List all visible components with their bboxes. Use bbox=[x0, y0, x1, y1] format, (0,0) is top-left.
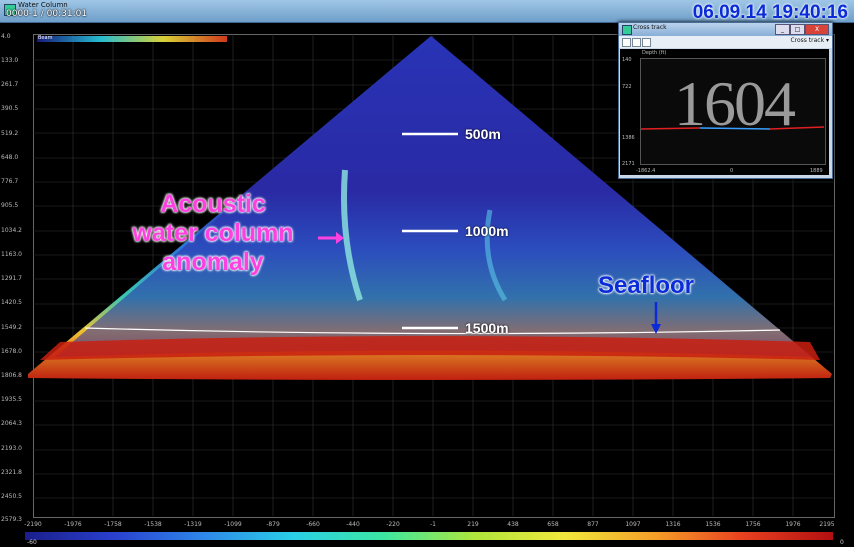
window-title: Water Column bbox=[18, 1, 68, 9]
tool-zoom-icon[interactable] bbox=[642, 38, 651, 47]
x-tick: 219 bbox=[467, 521, 479, 528]
minimize-button[interactable]: _ bbox=[775, 24, 790, 35]
depth-marker-1000-label: 1000m bbox=[465, 223, 509, 239]
y-tick: 2321.8 bbox=[1, 469, 22, 476]
x-tick: 1976 bbox=[785, 521, 801, 528]
x-tick: -440 bbox=[346, 521, 360, 528]
y-tick: 648.0 bbox=[1, 154, 19, 161]
y-tick: 1549.2 bbox=[1, 324, 22, 331]
tool-pointer-icon[interactable] bbox=[622, 38, 631, 47]
x-tick: -1758 bbox=[104, 521, 122, 528]
y-tick: 1678.0 bbox=[1, 348, 22, 355]
x-tick: 1756 bbox=[745, 521, 761, 528]
y-tick: 2064.3 bbox=[1, 420, 22, 427]
x-tick: -1319 bbox=[184, 521, 202, 528]
x-tick: 1536 bbox=[705, 521, 721, 528]
y-tick: 905.5 bbox=[1, 202, 19, 209]
cross-track-toolbar: Cross track ▾ bbox=[619, 36, 832, 48]
x-tick: -1 bbox=[430, 521, 436, 528]
x-tick: 877 bbox=[587, 521, 599, 528]
view-dropdown-value: Cross track bbox=[790, 37, 825, 44]
depth-marker-1500-label: 1500m bbox=[465, 320, 509, 336]
y-tick: 1806.8 bbox=[1, 372, 22, 379]
cross-track-plot: Depth (ft) 140 722 1386 2171 -1862.4 0 1… bbox=[620, 49, 829, 175]
maximize-button[interactable]: □ bbox=[790, 24, 805, 35]
x-tick: -1099 bbox=[224, 521, 242, 528]
y-tick: 1420.5 bbox=[1, 299, 22, 306]
depth-marker-500-label: 500m bbox=[465, 126, 501, 142]
y-tick: 390.5 bbox=[1, 105, 19, 112]
y-tick: 1034.2 bbox=[1, 227, 22, 234]
datetime-overlay: 06.09.14 19:40:16 bbox=[692, 2, 848, 23]
cross-track-profile bbox=[640, 126, 825, 130]
x-tick: -1976 bbox=[64, 521, 82, 528]
y-tick: 261.7 bbox=[1, 81, 19, 88]
y-tick: 1935.5 bbox=[1, 396, 22, 403]
close-button[interactable]: X bbox=[805, 24, 829, 35]
view-dropdown[interactable]: Cross track ▾ bbox=[790, 37, 829, 44]
y-tick: 776.7 bbox=[1, 178, 19, 185]
y-tick: 133.0 bbox=[1, 57, 19, 64]
x-tick: 2195 bbox=[819, 521, 835, 528]
y-tick: 2450.5 bbox=[1, 493, 22, 500]
seafloor-annotation: Seafloor bbox=[598, 272, 695, 299]
colorbar-max-label: 0 bbox=[840, 539, 844, 546]
mini-colorbar-label: Beam bbox=[38, 35, 53, 41]
cross-track-titlebar[interactable]: Cross track _ □ X bbox=[619, 23, 832, 36]
y-tick: 519.2 bbox=[1, 130, 19, 137]
anomaly-line3: anomaly bbox=[162, 248, 264, 276]
cross-track-icon bbox=[622, 25, 632, 35]
x-tick: 658 bbox=[547, 521, 559, 528]
tool-settings-icon[interactable] bbox=[632, 38, 641, 47]
colorbar-min-label: -60 bbox=[27, 539, 37, 546]
x-tick: -220 bbox=[386, 521, 400, 528]
x-tick: -2190 bbox=[24, 521, 42, 528]
time-readout: 0000-1 / 00:31:01 bbox=[6, 9, 88, 19]
mini-colorbar bbox=[37, 36, 227, 42]
y-tick: 2579.3 bbox=[1, 516, 22, 523]
colorbar bbox=[25, 532, 833, 540]
x-tick: -660 bbox=[306, 521, 320, 528]
x-tick: 1097 bbox=[625, 521, 641, 528]
anomaly-line2: water column bbox=[132, 219, 294, 247]
y-tick: 1291.7 bbox=[1, 275, 22, 282]
x-tick: -879 bbox=[266, 521, 280, 528]
x-tick: -1538 bbox=[144, 521, 162, 528]
x-tick: 1316 bbox=[665, 521, 681, 528]
x-tick: 438 bbox=[507, 521, 519, 528]
anomaly-annotation: Acoustic water column anomaly bbox=[113, 190, 313, 277]
y-tick: 1163.0 bbox=[1, 251, 22, 258]
y-tick: 2193.0 bbox=[1, 445, 22, 452]
cross-track-title: Cross track bbox=[633, 24, 667, 31]
anomaly-line1: Acoustic bbox=[160, 190, 266, 218]
y-tick: 4.0 bbox=[1, 33, 11, 40]
cross-track-window[interactable]: Cross track _ □ X Cross track ▾ Depth (f… bbox=[618, 22, 833, 179]
